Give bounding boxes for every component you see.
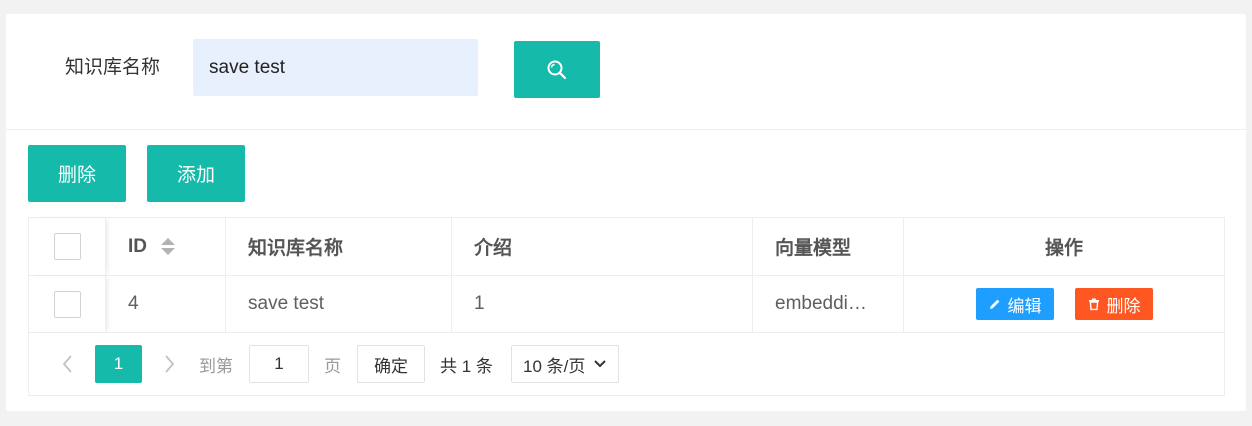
pagination: 1 到第 页 确定 共 1 条 10 条/页 bbox=[29, 333, 1224, 395]
total-count: 共 1 条 bbox=[440, 356, 493, 376]
cell-id: 4 bbox=[106, 276, 226, 332]
select-all-checkbox[interactable] bbox=[53, 233, 81, 260]
page-unit-label: 页 bbox=[324, 356, 341, 376]
cell-intro: 1 bbox=[452, 276, 753, 332]
cell-actions: 编辑 删除 bbox=[904, 276, 1224, 332]
search-button[interactable] bbox=[514, 41, 600, 98]
search-form: 知识库名称 bbox=[6, 14, 1246, 130]
search-input[interactable] bbox=[193, 39, 478, 96]
cell-model: embeddi… bbox=[753, 276, 904, 332]
edit-button-label: 编辑 bbox=[1007, 296, 1042, 316]
next-page-button[interactable] bbox=[155, 345, 183, 383]
edit-button[interactable]: 编辑 bbox=[975, 288, 1054, 320]
page-size-select[interactable]: 10 条/页 bbox=[511, 345, 619, 383]
search-label: 知识库名称 bbox=[65, 57, 161, 78]
page-number-current[interactable]: 1 bbox=[95, 345, 142, 383]
sort-desc-icon[interactable] bbox=[161, 248, 175, 255]
goto-page-input[interactable] bbox=[249, 345, 309, 383]
page-size-value: 10 条/页 bbox=[523, 356, 586, 376]
chevron-down-icon bbox=[593, 359, 607, 369]
header-name: 知识库名称 bbox=[226, 218, 452, 275]
row-checkbox[interactable] bbox=[53, 290, 81, 318]
chevron-left-icon bbox=[62, 354, 74, 374]
confirm-button[interactable]: 确定 bbox=[357, 345, 425, 383]
row-delete-label: 删除 bbox=[1106, 296, 1141, 316]
goto-label: 到第 bbox=[199, 356, 233, 376]
cell-name: save test bbox=[226, 276, 452, 332]
table-header: ID 知识库名称 介绍 向量模型 操作 bbox=[29, 218, 1224, 276]
table-row: 4 save test 1 embeddi… 编辑 删除 bbox=[29, 276, 1224, 333]
knowledge-base-table: ID 知识库名称 介绍 向量模型 操作 4 save test 1 embedd… bbox=[28, 217, 1225, 396]
header-model: 向量模型 bbox=[753, 218, 904, 275]
trash-icon bbox=[1087, 297, 1101, 311]
sort-icon[interactable] bbox=[161, 238, 175, 255]
header-select-all-cell bbox=[29, 218, 106, 275]
header-intro: 介绍 bbox=[452, 218, 753, 275]
prev-page-button[interactable] bbox=[54, 345, 82, 383]
chevron-right-icon bbox=[163, 354, 175, 374]
header-id[interactable]: ID bbox=[106, 218, 226, 275]
header-id-label: ID bbox=[128, 235, 147, 257]
delete-button[interactable]: 删除 bbox=[28, 145, 126, 202]
row-select-cell bbox=[29, 276, 106, 332]
sort-asc-icon[interactable] bbox=[161, 238, 175, 245]
header-actions: 操作 bbox=[1044, 238, 1083, 259]
search-icon bbox=[545, 58, 569, 82]
content-card: 知识库名称 删除 添加 ID bbox=[6, 14, 1246, 411]
pencil-icon bbox=[988, 297, 1002, 311]
add-button[interactable]: 添加 bbox=[147, 145, 245, 202]
cell-model-text: embeddi… bbox=[775, 293, 867, 314]
row-delete-button[interactable]: 删除 bbox=[1074, 288, 1153, 320]
